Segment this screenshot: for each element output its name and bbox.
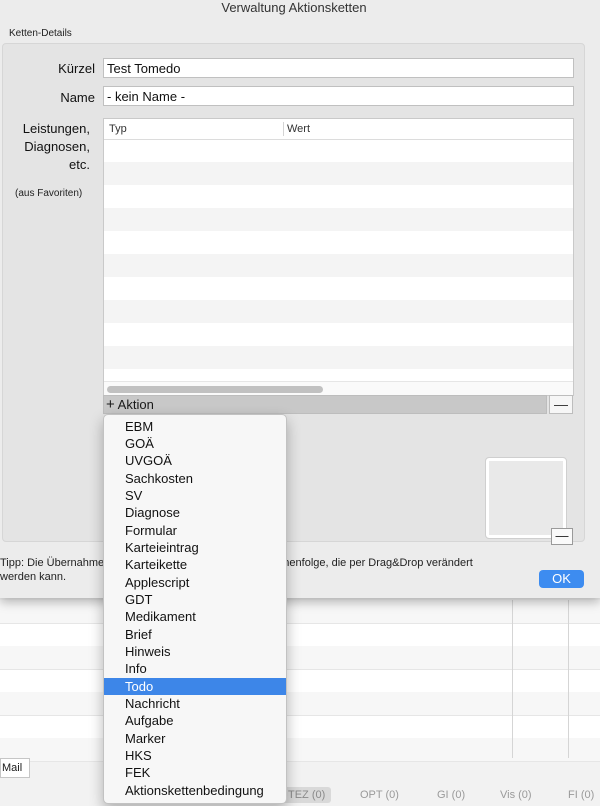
tip-text-part-1: Tipp: Die Übernahme: [0, 557, 105, 569]
menu-item-hinweis[interactable]: Hinweis: [104, 643, 286, 660]
background-table: [0, 600, 600, 762]
tip-text-line-2: werden kann.: [0, 571, 67, 583]
plus-icon: +: [106, 396, 115, 413]
add-action-label: Aktion: [117, 397, 154, 412]
column-header-typ[interactable]: Typ: [109, 119, 127, 139]
remove-action-button[interactable]: —: [549, 395, 573, 414]
name-field[interactable]: [103, 86, 574, 106]
ok-button[interactable]: OK: [539, 570, 584, 588]
bottom-tab-bar: TEZ (0) OPT (0) GI (0) Vis (0) FI (0): [0, 784, 600, 806]
menu-item-info[interactable]: Info: [104, 660, 286, 677]
tab-vis[interactable]: Vis (0): [500, 787, 532, 803]
menu-item-marker[interactable]: Marker: [104, 730, 286, 747]
table-row[interactable]: [104, 346, 573, 369]
tab-tez[interactable]: TEZ (0): [282, 787, 332, 803]
items-table[interactable]: Typ Wert: [103, 118, 574, 396]
table-row[interactable]: [104, 323, 573, 346]
add-action-button[interactable]: + Aktion: [103, 395, 547, 414]
table-row[interactable]: [104, 277, 573, 300]
table-row[interactable]: [104, 208, 573, 231]
table-row[interactable]: [104, 254, 573, 277]
menu-item-todo[interactable]: Todo: [104, 678, 286, 695]
column-divider: [512, 600, 513, 758]
items-label-line-3: etc.: [69, 157, 90, 172]
name-label: Name: [60, 90, 95, 105]
column-header-wert[interactable]: Wert: [287, 119, 310, 139]
column-divider: [568, 600, 569, 758]
table-row: [0, 600, 600, 624]
table-row[interactable]: [104, 300, 573, 323]
menu-item-diagnose[interactable]: Diagnose: [104, 504, 286, 521]
horizontal-scrollbar[interactable]: [104, 381, 573, 395]
mail-tab[interactable]: Mail: [0, 758, 30, 778]
table-row[interactable]: [104, 139, 573, 162]
dialog-title-text: Verwaltung Aktionsketten: [221, 0, 367, 15]
items-label-line-1: Leistungen,: [22, 121, 90, 136]
menu-item-hks[interactable]: HKS: [104, 747, 286, 764]
table-row: [0, 738, 600, 762]
menu-item-applescript[interactable]: Applescript: [104, 574, 286, 591]
table-row: [0, 692, 600, 716]
table-row[interactable]: [104, 231, 573, 254]
dialog-title: Verwaltung Aktionsketten: [0, 0, 600, 18]
menu-item-karteieintrag[interactable]: Karteieintrag: [104, 539, 286, 556]
table-row[interactable]: [104, 162, 573, 185]
table-row: [0, 646, 600, 670]
menu-item-karteikette[interactable]: Karteikette: [104, 556, 286, 573]
remove-image-button[interactable]: —: [551, 528, 573, 545]
action-type-menu[interactable]: EBM GOÄ UVGOÄ Sachkosten SV Diagnose For…: [103, 414, 287, 804]
kuerzel-field[interactable]: [103, 58, 574, 78]
menu-item-formular[interactable]: Formular: [104, 522, 286, 539]
menu-item-fek[interactable]: FEK: [104, 764, 286, 781]
group-label: Ketten-Details: [9, 28, 72, 39]
image-well[interactable]: [485, 457, 567, 539]
menu-item-ebm[interactable]: EBM: [104, 418, 286, 435]
menu-item-gdt[interactable]: GDT: [104, 591, 286, 608]
table-row: [0, 715, 600, 739]
menu-item-uvgoae[interactable]: UVGOÄ: [104, 452, 286, 469]
menu-item-aufgabe[interactable]: Aufgabe: [104, 712, 286, 729]
tab-fi[interactable]: FI (0): [568, 787, 594, 803]
table-row: [0, 669, 600, 693]
tab-opt[interactable]: OPT (0): [360, 787, 399, 803]
aktionsketten-dialog: Verwaltung Aktionsketten Ketten-Details …: [0, 0, 600, 598]
column-separator[interactable]: [283, 122, 284, 136]
scrollbar-thumb[interactable]: [107, 386, 323, 393]
menu-item-aktionskettenbedingung[interactable]: Aktionskettenbedingung: [104, 782, 286, 799]
menu-item-sachkosten[interactable]: Sachkosten: [104, 470, 286, 487]
table-row[interactable]: [104, 185, 573, 208]
menu-item-goae[interactable]: GOÄ: [104, 435, 286, 452]
menu-item-medikament[interactable]: Medikament: [104, 608, 286, 625]
menu-item-nachricht[interactable]: Nachricht: [104, 695, 286, 712]
table-header: Typ Wert: [104, 119, 573, 140]
tab-gi[interactable]: GI (0): [437, 787, 465, 803]
menu-item-sv[interactable]: SV: [104, 487, 286, 504]
items-label-line-2: Diagnosen,: [24, 139, 90, 154]
items-label: Leistungen, Diagnosen, etc.: [10, 120, 90, 174]
table-row: [0, 623, 600, 647]
kuerzel-label: Kürzel: [58, 61, 95, 76]
menu-item-brief[interactable]: Brief: [104, 626, 286, 643]
favorites-note: (aus Favoriten): [15, 188, 83, 199]
